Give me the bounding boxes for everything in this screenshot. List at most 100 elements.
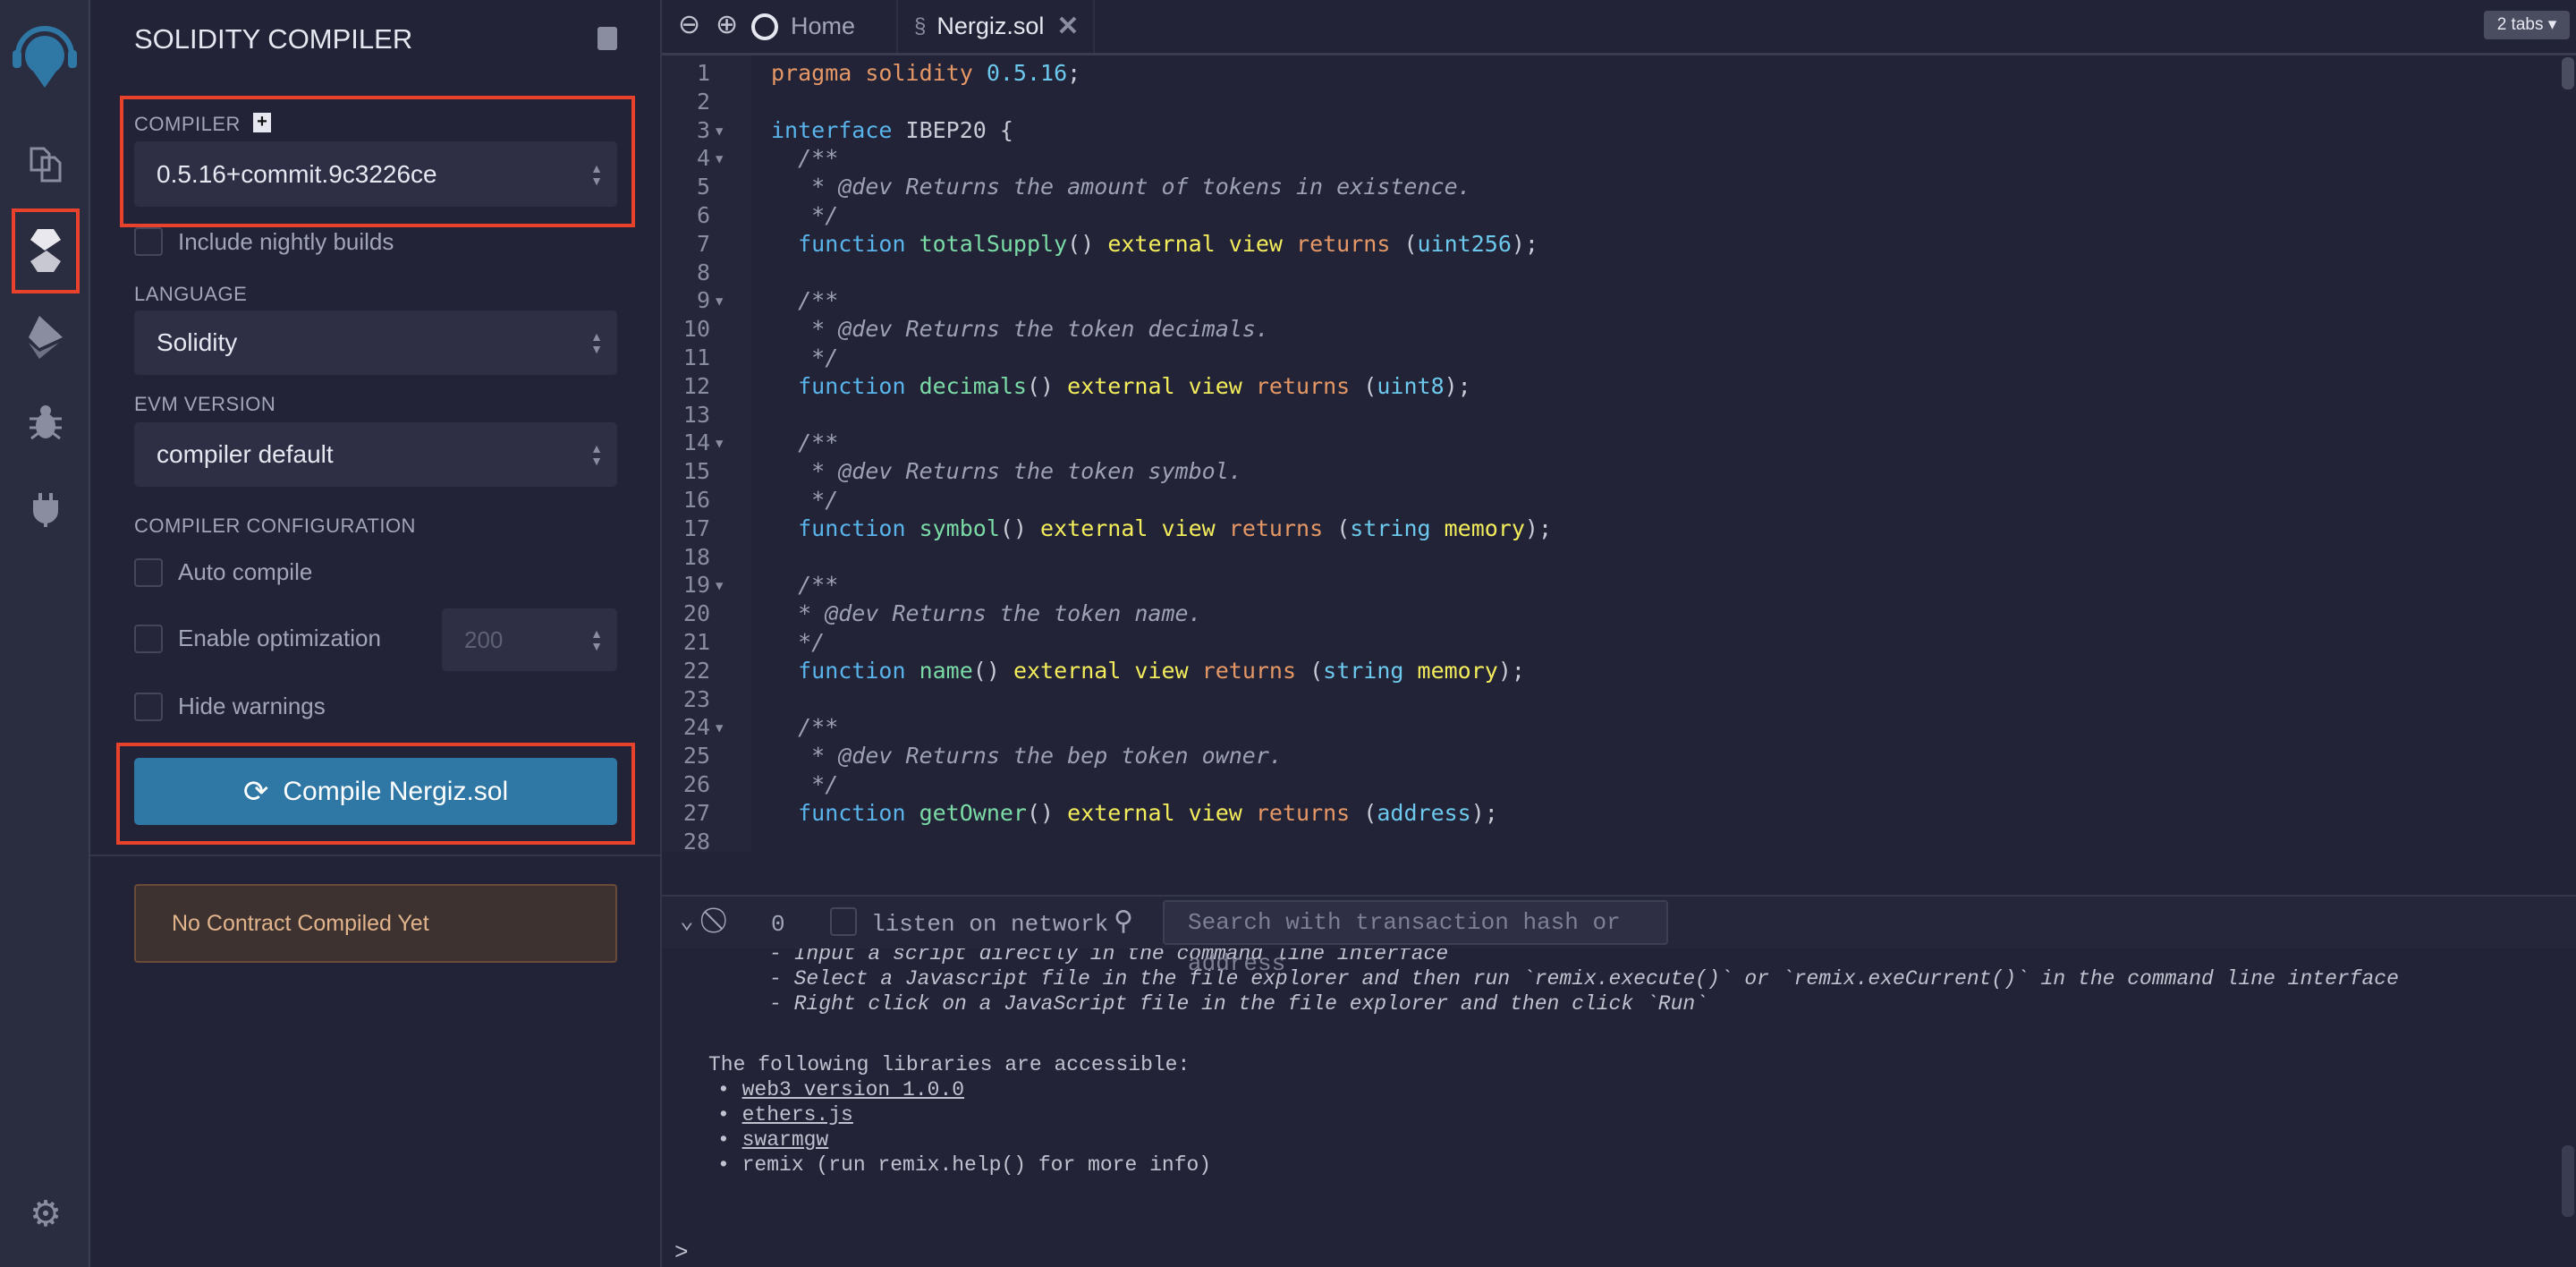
code-token: IBEP20 { [892, 116, 1013, 143]
runs-placeholder: 200 [464, 625, 504, 653]
code-token: ); [1444, 372, 1471, 399]
code-token: function [771, 230, 919, 257]
library-item: • swarmgw [717, 1128, 829, 1152]
solidity-compiler-icon[interactable] [21, 226, 70, 275]
listen-network-label: listen on network [871, 911, 1109, 938]
code-token: ( [1403, 230, 1418, 257]
evm-version-value: compiler default [157, 440, 334, 468]
tab-home[interactable]: Home [751, 0, 886, 53]
evm-version-select[interactable]: compiler default ▲ ▼ [134, 422, 617, 487]
library-item: • remix (run remix.help() for more info) [717, 1153, 1212, 1177]
search-icon: ⚲ [1114, 908, 1133, 939]
code-token: function [771, 372, 919, 399]
code-token: returns [1201, 657, 1310, 684]
code-token: () [1027, 372, 1068, 399]
terminal-scrollbar[interactable] [2562, 1145, 2574, 1217]
compiler-version-select[interactable]: 0.5.16+commit.9c3226ce ▲ ▼ [134, 141, 617, 207]
code-token: () [1067, 230, 1108, 257]
code-token: () [1027, 799, 1068, 826]
tabs-count-dropdown[interactable]: 2 tabs ▾ [2484, 11, 2570, 39]
collapse-terminal-icon[interactable]: ⌄ [680, 907, 694, 935]
line-number: 26 [682, 771, 710, 797]
settings-gear-icon[interactable]: ⚙ [21, 1190, 70, 1238]
line-number: 18 [682, 543, 710, 570]
library-link-swarmgw[interactable]: swarmgw [742, 1128, 829, 1152]
code-line: * @dev Returns the token symbol. [771, 457, 1242, 486]
language-label: LANGUAGE [134, 283, 248, 305]
optimization-runs-input[interactable]: 200 ▲ ▼ [442, 608, 617, 671]
code-line: /** [771, 429, 838, 457]
editor-scrollbar[interactable] [2562, 57, 2574, 89]
code-token: /** [771, 572, 839, 599]
icon-sidebar: ⚙ [0, 0, 90, 1267]
library-link-web3[interactable]: web3 version 1.0.0 [742, 1078, 964, 1101]
evm-version-label: EVM VERSION [134, 393, 276, 415]
line-number: 23 [682, 685, 710, 712]
fold-arrow-icon[interactable]: ▼ [716, 144, 723, 173]
fold-arrow-icon[interactable]: ▼ [716, 429, 723, 457]
tab-nergiz-sol[interactable]: § Nergiz.sol ✕ [896, 0, 1095, 53]
terminal-toolbar: ⌄ ⃠ 0 listen on network ⚲ Search with tr… [662, 895, 2576, 977]
code-line: /** [771, 571, 838, 599]
line-number: 7 [696, 230, 710, 257]
transaction-search-input[interactable]: Search with transaction hash or address [1163, 900, 1668, 977]
code-token: getOwner [919, 799, 1027, 826]
remix-home-icon [751, 13, 778, 40]
code-editor[interactable]: pragma solidity 0.5.16; interface IBEP20 … [751, 55, 2558, 852]
code-token: totalSupply [919, 230, 1068, 257]
zoom-out-icon[interactable]: ⊖ [678, 9, 700, 40]
code-token: string [1350, 514, 1445, 541]
tab-file-label: Nergiz.sol [936, 13, 1045, 39]
fold-arrow-icon[interactable]: ▼ [716, 116, 723, 145]
line-number: 2 [696, 88, 710, 115]
code-token: ); [1524, 514, 1553, 541]
code-token: 0.5.16 [986, 60, 1068, 86]
line-number: 17 [682, 514, 710, 541]
remix-logo-icon[interactable] [9, 20, 80, 91]
code-line: */ [771, 770, 838, 799]
code-token: external view [1107, 230, 1297, 257]
code-token: ( [1363, 372, 1377, 399]
line-number: 20 [682, 600, 710, 627]
listen-network-checkbox[interactable] [830, 907, 857, 936]
terminal: ⌄ ⃠ 0 listen on network ⚲ Search with tr… [662, 895, 2576, 1267]
code-line: * @dev Returns the token name. [771, 599, 1202, 628]
code-token: */ [771, 629, 826, 655]
line-number: 21 [682, 629, 710, 655]
compile-button[interactable]: ⟳ Compile Nergiz.sol [134, 758, 617, 825]
code-token: () [999, 514, 1041, 541]
compilation-status: No Contract Compiled Yet [134, 884, 617, 963]
deploy-run-icon[interactable] [21, 313, 70, 361]
zoom-in-icon[interactable]: ⊕ [716, 9, 738, 40]
compiler-label: COMPILER [134, 113, 241, 135]
library-link-ethers[interactable]: ethers.js [742, 1103, 853, 1127]
solidity-file-icon: § [914, 13, 927, 38]
file-explorer-icon[interactable] [21, 140, 70, 189]
stepper-arrows-icon: ▲ ▼ [590, 626, 603, 653]
optimization-checkbox[interactable] [134, 625, 163, 653]
language-select[interactable]: Solidity ▲ ▼ [134, 310, 617, 375]
line-number: 13 [682, 401, 710, 428]
fold-arrow-icon[interactable]: ▼ [716, 286, 723, 315]
add-compiler-icon[interactable]: + [253, 113, 271, 132]
code-token: * @dev Returns the token name. [771, 600, 1202, 627]
auto-compile-label: Auto compile [178, 558, 313, 585]
command-prompt[interactable]: > [674, 1240, 689, 1265]
nightly-builds-checkbox[interactable] [134, 227, 163, 256]
line-number: 16 [682, 487, 710, 513]
documentation-book-icon[interactable] [597, 27, 617, 50]
close-tab-icon[interactable]: ✕ [1056, 11, 1079, 42]
code-line: * @dev Returns the token decimals. [771, 315, 1269, 344]
plugin-manager-icon[interactable] [21, 485, 70, 533]
library-item: • web3 version 1.0.0 [717, 1078, 965, 1101]
hide-warnings-checkbox[interactable] [134, 693, 163, 721]
code-line: function name() external view returns (s… [771, 657, 1525, 685]
fold-arrow-icon[interactable]: ▼ [716, 571, 723, 599]
divider [90, 855, 662, 856]
debugger-bug-icon[interactable] [21, 398, 70, 446]
fold-arrow-icon[interactable]: ▼ [716, 713, 723, 742]
line-number: 15 [682, 458, 710, 485]
refresh-icon: ⟳ [242, 774, 269, 809]
code-token: /** [771, 145, 839, 172]
auto-compile-checkbox[interactable] [134, 558, 163, 587]
